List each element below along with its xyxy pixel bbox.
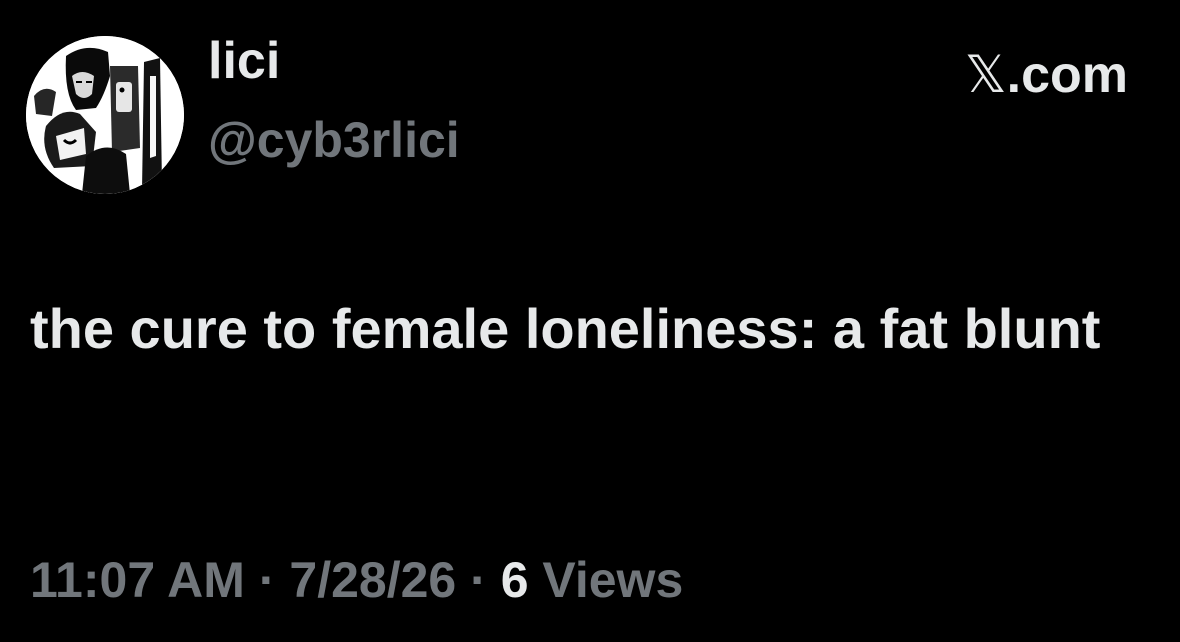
display-name[interactable]: lici	[208, 30, 280, 92]
tweet-date[interactable]: 7/28/26	[289, 552, 456, 608]
x-logo-icon: 𝕏	[964, 45, 1007, 105]
tweet-meta: 11:07 AM · 7/28/26 · 6 Views	[30, 550, 683, 610]
avatar-image	[26, 36, 184, 194]
meta-separator: ·	[470, 552, 487, 608]
meta-separator: ·	[258, 552, 276, 608]
avatar[interactable]	[26, 36, 184, 194]
views-count[interactable]: 6	[501, 552, 529, 608]
tweet-time[interactable]: 11:07 AM	[30, 552, 245, 608]
brand-domain: .com	[1006, 46, 1128, 104]
x-com-watermark: 𝕏.com	[965, 44, 1128, 106]
tweet-text: the cure to female loneliness: a fat blu…	[30, 297, 1101, 360]
views-label[interactable]: Views	[542, 552, 683, 608]
user-handle[interactable]: @cyb3rlici	[208, 110, 460, 170]
tweet-card: lici @cyb3rlici 𝕏.com the cure to female…	[0, 0, 1180, 642]
